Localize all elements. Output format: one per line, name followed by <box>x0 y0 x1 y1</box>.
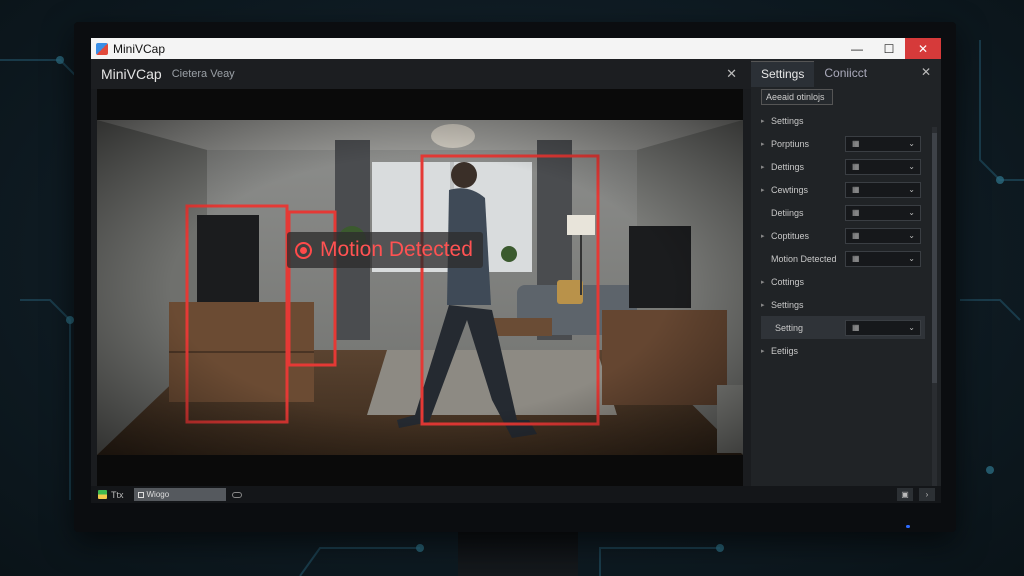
dropdown-value: ▦ <box>852 185 860 194</box>
expand-arrow-icon[interactable]: ▸ <box>761 163 768 171</box>
expand-arrow-icon[interactable]: ▸ <box>761 117 768 125</box>
window-title: MiniVCap <box>113 41 166 56</box>
camera-viewer[interactable]: Motion Detected <box>97 89 743 486</box>
expand-arrow-icon[interactable]: ▸ <box>761 140 768 148</box>
app-logo-icon <box>96 42 108 55</box>
dropdown-value: ▦ <box>852 254 860 263</box>
settings-list: ▸ Settings ▸ Porptiuns ▦ ⌄ ▸ Dettings ▦ ⌄ ▸ Cewting… <box>751 109 941 362</box>
settings-row[interactable]: ▸ Porptiuns ▦ ⌄ <box>751 132 941 155</box>
settings-panel: Settings Coniicct ✕ Aeeaid otinlojs ▸ Set… <box>751 59 941 497</box>
settings-row[interactable]: ▸ Settings <box>751 293 941 316</box>
snapshot-icon[interactable]: ▣ <box>897 488 913 501</box>
next-icon[interactable]: › <box>919 488 935 501</box>
window-titlebar: MiniVCap — ☐ ✕ <box>91 38 941 59</box>
settings-row-label: Detiings <box>771 207 804 218</box>
motion-detected-badge: Motion Detected <box>287 232 483 268</box>
settings-row-label: Eetiigs <box>771 345 799 356</box>
settings-row[interactable]: ▸ Settings <box>751 109 941 132</box>
dropdown-value: ▦ <box>852 162 860 171</box>
motion-detected-text: Motion Detected <box>320 238 473 261</box>
chevron-down-icon: ⌄ <box>908 161 915 171</box>
settings-row-label: Motion Detected <box>771 253 837 264</box>
settings-row[interactable]: ▸ Eetiigs <box>751 339 941 362</box>
status-field-text: Wiogo <box>146 490 170 499</box>
settings-row-label: Coptitues <box>771 230 810 241</box>
app-header: MiniVCap Cietera Veay ✕ <box>91 59 751 89</box>
panel-scrollbar[interactable] <box>932 127 937 497</box>
chevron-down-icon: ⌄ <box>908 184 915 194</box>
settings-row[interactable]: ▸ Cottings <box>751 270 941 293</box>
status-app-icon <box>98 490 107 499</box>
expand-arrow-icon[interactable]: ▸ <box>761 301 768 309</box>
monitor-stand <box>458 528 578 576</box>
status-left-text: Ttx <box>111 489 124 500</box>
chevron-down-icon: ⌄ <box>908 207 915 217</box>
maximize-button[interactable]: ☐ <box>873 38 905 59</box>
chevron-down-icon: ⌄ <box>908 138 915 148</box>
settings-dropdown[interactable]: ▦ ⌄ <box>845 158 921 175</box>
expand-arrow-icon[interactable]: ▸ <box>761 186 768 194</box>
settings-dropdown[interactable]: ▦ ⌄ <box>845 250 921 267</box>
panel-tabs: Settings Coniicct ✕ <box>751 59 941 87</box>
settings-row[interactable]: Motion Detected ▦ ⌄ <box>751 247 941 270</box>
dropdown-value: ▦ <box>852 231 860 240</box>
settings-row-label: Setting <box>775 322 804 333</box>
settings-dropdown[interactable]: ▦ ⌄ <box>845 181 921 198</box>
status-bar: Ttx Wiogo ▣ › <box>91 486 941 503</box>
expand-arrow-icon[interactable]: ▸ <box>761 347 768 355</box>
power-led <box>906 525 910 528</box>
settings-row-label: Settings <box>771 299 804 310</box>
settings-dropdown[interactable]: ▦ ⌄ <box>845 319 921 336</box>
tab-settings[interactable]: Settings <box>751 61 815 87</box>
dropdown-value: ▦ <box>852 139 860 148</box>
expand-arrow-icon[interactable]: ▸ <box>761 232 768 240</box>
settings-row[interactable]: ▸ Cewtings ▦ ⌄ <box>751 178 941 201</box>
status-toggle-icon[interactable] <box>231 491 242 498</box>
close-view-icon[interactable]: ✕ <box>726 66 737 82</box>
record-icon <box>295 241 312 259</box>
panel-subheader[interactable]: Aeeaid otinlojs <box>761 89 833 105</box>
chevron-down-icon: ⌄ <box>908 253 915 263</box>
camera-frame <box>97 120 743 455</box>
chevron-down-icon: ⌄ <box>908 322 915 332</box>
app-name: MiniVCap <box>101 66 162 82</box>
settings-row-label: Cottings <box>771 276 805 287</box>
settings-row[interactable]: ▸ Dettings ▦ ⌄ <box>751 155 941 178</box>
image-icon <box>137 491 144 498</box>
camera-view-label: Cietera Veay <box>171 68 235 80</box>
scrollbar-thumb[interactable] <box>932 133 937 383</box>
settings-row-label: Cewtings <box>771 184 809 195</box>
settings-row-label: Dettings <box>771 161 805 172</box>
close-button[interactable]: ✕ <box>905 38 941 59</box>
chevron-down-icon: ⌄ <box>908 230 915 240</box>
settings-dropdown[interactable]: ▦ ⌄ <box>845 204 921 221</box>
dropdown-value: ▦ <box>852 208 860 217</box>
settings-dropdown[interactable]: ▦ ⌄ <box>845 227 921 244</box>
app-window: MiniVCap — ☐ ✕ MiniVCap Cietera Veay ✕ M… <box>91 38 941 503</box>
minimize-button[interactable]: — <box>841 38 873 59</box>
settings-dropdown[interactable]: ▦ ⌄ <box>845 135 921 152</box>
settings-row-label: Settings <box>771 115 804 126</box>
status-field[interactable]: Wiogo <box>133 488 226 501</box>
settings-row[interactable]: Setting ▦ ⌄ <box>761 316 925 339</box>
settings-row-label: Porptiuns <box>771 138 810 149</box>
settings-row[interactable]: Detiings ▦ ⌄ <box>751 201 941 224</box>
dropdown-value: ▦ <box>852 323 860 332</box>
panel-close-icon[interactable]: ✕ <box>921 65 931 79</box>
tab-connect[interactable]: Coniicct <box>814 61 877 87</box>
settings-row[interactable]: ▸ Coptitues ▦ ⌄ <box>751 224 941 247</box>
expand-arrow-icon[interactable]: ▸ <box>761 278 768 286</box>
